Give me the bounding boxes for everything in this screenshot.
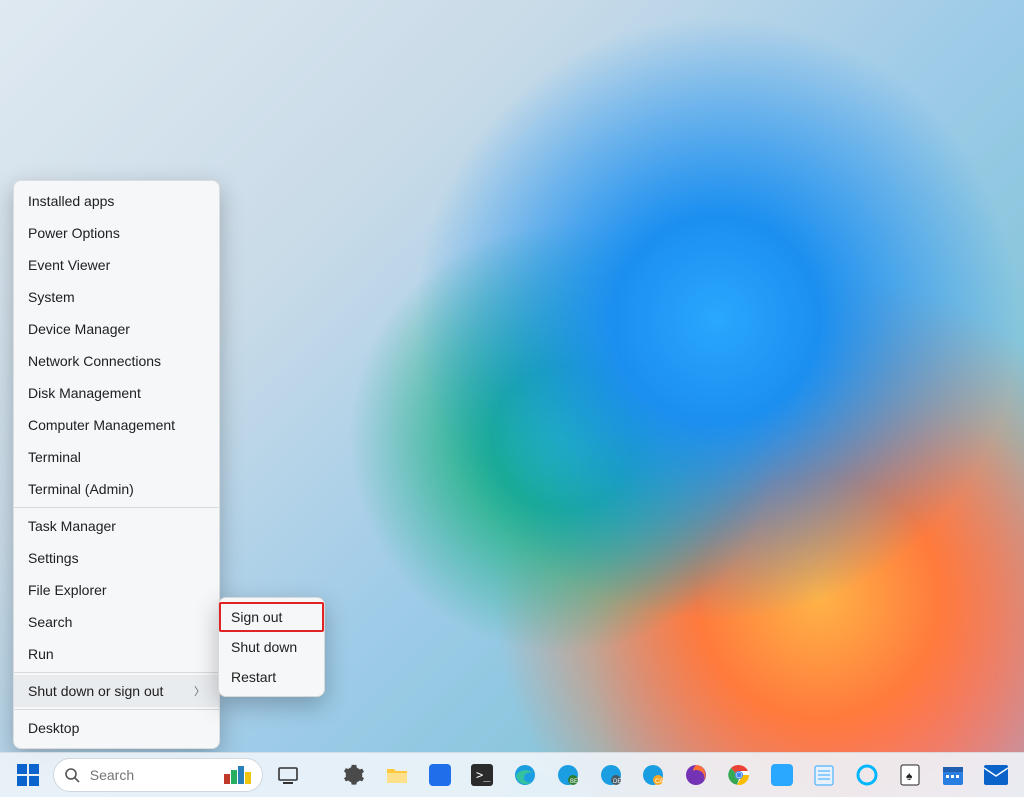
winx-item-network-connections[interactable]: Network Connections: [14, 345, 219, 377]
firefox-icon: [685, 764, 707, 786]
winx-item-desktop[interactable]: Desktop: [14, 712, 219, 744]
notepad-button[interactable]: [806, 756, 843, 794]
svg-text:DEV: DEV: [613, 779, 622, 785]
svg-text:BETA: BETA: [570, 779, 579, 785]
edge-canary-button[interactable]: CAN: [635, 756, 672, 794]
winx-menu: Installed apps Power Options Event Viewe…: [13, 180, 220, 749]
edge-canary-icon: CAN: [642, 764, 664, 786]
winx-item-shutdown-signout[interactable]: Shut down or sign out 〉: [14, 675, 219, 707]
edge-button[interactable]: [507, 756, 544, 794]
solitaire-button[interactable]: ♠: [892, 756, 929, 794]
menu-separator: [14, 672, 219, 673]
shutdown-submenu: Sign out Shut down Restart: [218, 597, 325, 697]
mail-button[interactable]: [977, 756, 1014, 794]
cortana-icon: [856, 764, 878, 786]
mail-icon: [984, 765, 1008, 785]
settings-button[interactable]: [336, 756, 373, 794]
svg-text:CAN: CAN: [655, 779, 664, 785]
winx-item-disk-management[interactable]: Disk Management: [14, 377, 219, 409]
store-icon: [429, 764, 451, 786]
chevron-right-icon: 〉: [194, 683, 205, 699]
taskbar: >_ BETA DEV CAN ♠: [0, 752, 1024, 797]
calendar-button[interactable]: [934, 756, 971, 794]
solitaire-icon: ♠: [900, 764, 920, 786]
firefox-button[interactable]: [678, 756, 715, 794]
winx-item-search[interactable]: Search: [14, 606, 219, 638]
search-graphic-icon: [224, 766, 252, 784]
winx-item-terminal[interactable]: Terminal: [14, 441, 219, 473]
winx-item-computer-management[interactable]: Computer Management: [14, 409, 219, 441]
taskbar-search[interactable]: [53, 758, 264, 792]
winx-item-event-viewer[interactable]: Event Viewer: [14, 249, 219, 281]
search-input[interactable]: [88, 766, 217, 784]
winx-item-installed-apps[interactable]: Installed apps: [14, 185, 219, 217]
file-explorer-icon: [386, 764, 408, 786]
svg-text:>_: >_: [476, 768, 491, 782]
notepad-icon: [814, 764, 834, 786]
app-button-1[interactable]: [763, 756, 800, 794]
winx-item-run[interactable]: Run: [14, 638, 219, 670]
winx-item-settings[interactable]: Settings: [14, 542, 219, 574]
menu-separator: [14, 709, 219, 710]
chrome-button[interactable]: [721, 756, 758, 794]
chrome-icon: [728, 764, 750, 786]
submenu-shut-down[interactable]: Shut down: [219, 632, 324, 662]
winx-item-system[interactable]: System: [14, 281, 219, 313]
edge-dev-icon: DEV: [600, 764, 622, 786]
task-view-icon: [278, 765, 298, 785]
settings-icon: [343, 764, 365, 786]
file-explorer-button[interactable]: [378, 756, 415, 794]
app-icon-1: [771, 764, 793, 786]
edge-beta-icon: BETA: [557, 764, 579, 786]
menu-separator: [14, 507, 219, 508]
terminal-icon: >_: [471, 764, 493, 786]
edge-dev-button[interactable]: DEV: [592, 756, 629, 794]
winx-item-power-options[interactable]: Power Options: [14, 217, 219, 249]
winx-item-file-explorer[interactable]: File Explorer: [14, 574, 219, 606]
store-button[interactable]: [421, 756, 458, 794]
winx-item-task-manager[interactable]: Task Manager: [14, 510, 219, 542]
submenu-restart[interactable]: Restart: [219, 662, 324, 692]
start-button[interactable]: [10, 756, 47, 794]
cortana-button[interactable]: [849, 756, 886, 794]
calendar-icon: [942, 764, 964, 786]
search-icon: [64, 767, 80, 783]
submenu-sign-out[interactable]: Sign out: [219, 602, 324, 632]
edge-icon: [514, 764, 536, 786]
winx-item-device-manager[interactable]: Device Manager: [14, 313, 219, 345]
edge-beta-button[interactable]: BETA: [549, 756, 586, 794]
task-view-button[interactable]: [269, 756, 306, 794]
terminal-button[interactable]: >_: [464, 756, 501, 794]
start-icon: [17, 764, 39, 786]
winx-item-terminal-admin[interactable]: Terminal (Admin): [14, 473, 219, 505]
svg-text:♠: ♠: [906, 769, 913, 783]
